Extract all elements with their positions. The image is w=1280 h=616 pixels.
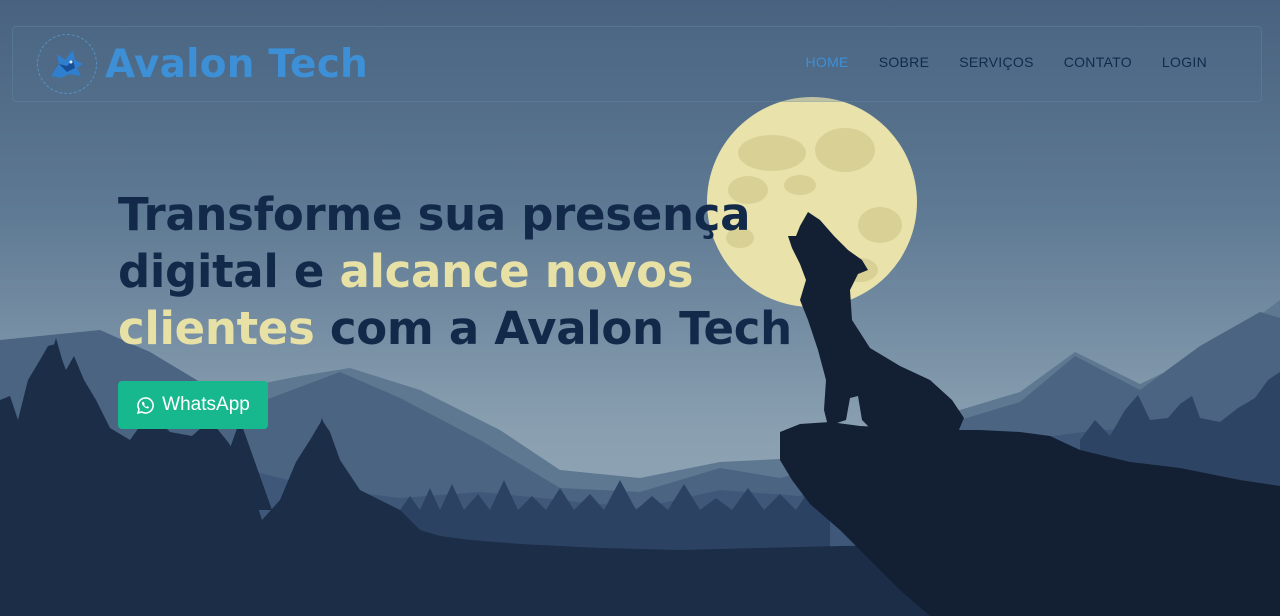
whatsapp-icon <box>136 396 155 415</box>
nav-servicos[interactable]: SERVIÇOS <box>959 54 1034 70</box>
nav-contato[interactable]: CONTATO <box>1064 54 1132 70</box>
nav-login[interactable]: LOGIN <box>1162 54 1207 70</box>
nav-home[interactable]: HOME <box>805 54 848 70</box>
wolf-logo-icon[interactable] <box>37 34 97 94</box>
brand[interactable]: Avalon Tech <box>37 34 368 94</box>
headline-part2: com a Avalon Tech <box>314 302 792 355</box>
hero-headline: Transforme sua presença digital e alcanc… <box>118 186 798 357</box>
nav-links: HOME SOBRE SERVIÇOS CONTATO LOGIN <box>775 54 1207 70</box>
nav-sobre[interactable]: SOBRE <box>879 54 930 70</box>
hero-section: Avalon Tech HOME SOBRE SERVIÇOS CONTATO … <box>0 0 1280 616</box>
brand-name: Avalon Tech <box>105 41 368 87</box>
whatsapp-button[interactable]: WhatsApp <box>118 381 268 429</box>
whatsapp-label: WhatsApp <box>162 394 250 415</box>
navbar: Avalon Tech HOME SOBRE SERVIÇOS CONTATO … <box>12 26 1262 102</box>
